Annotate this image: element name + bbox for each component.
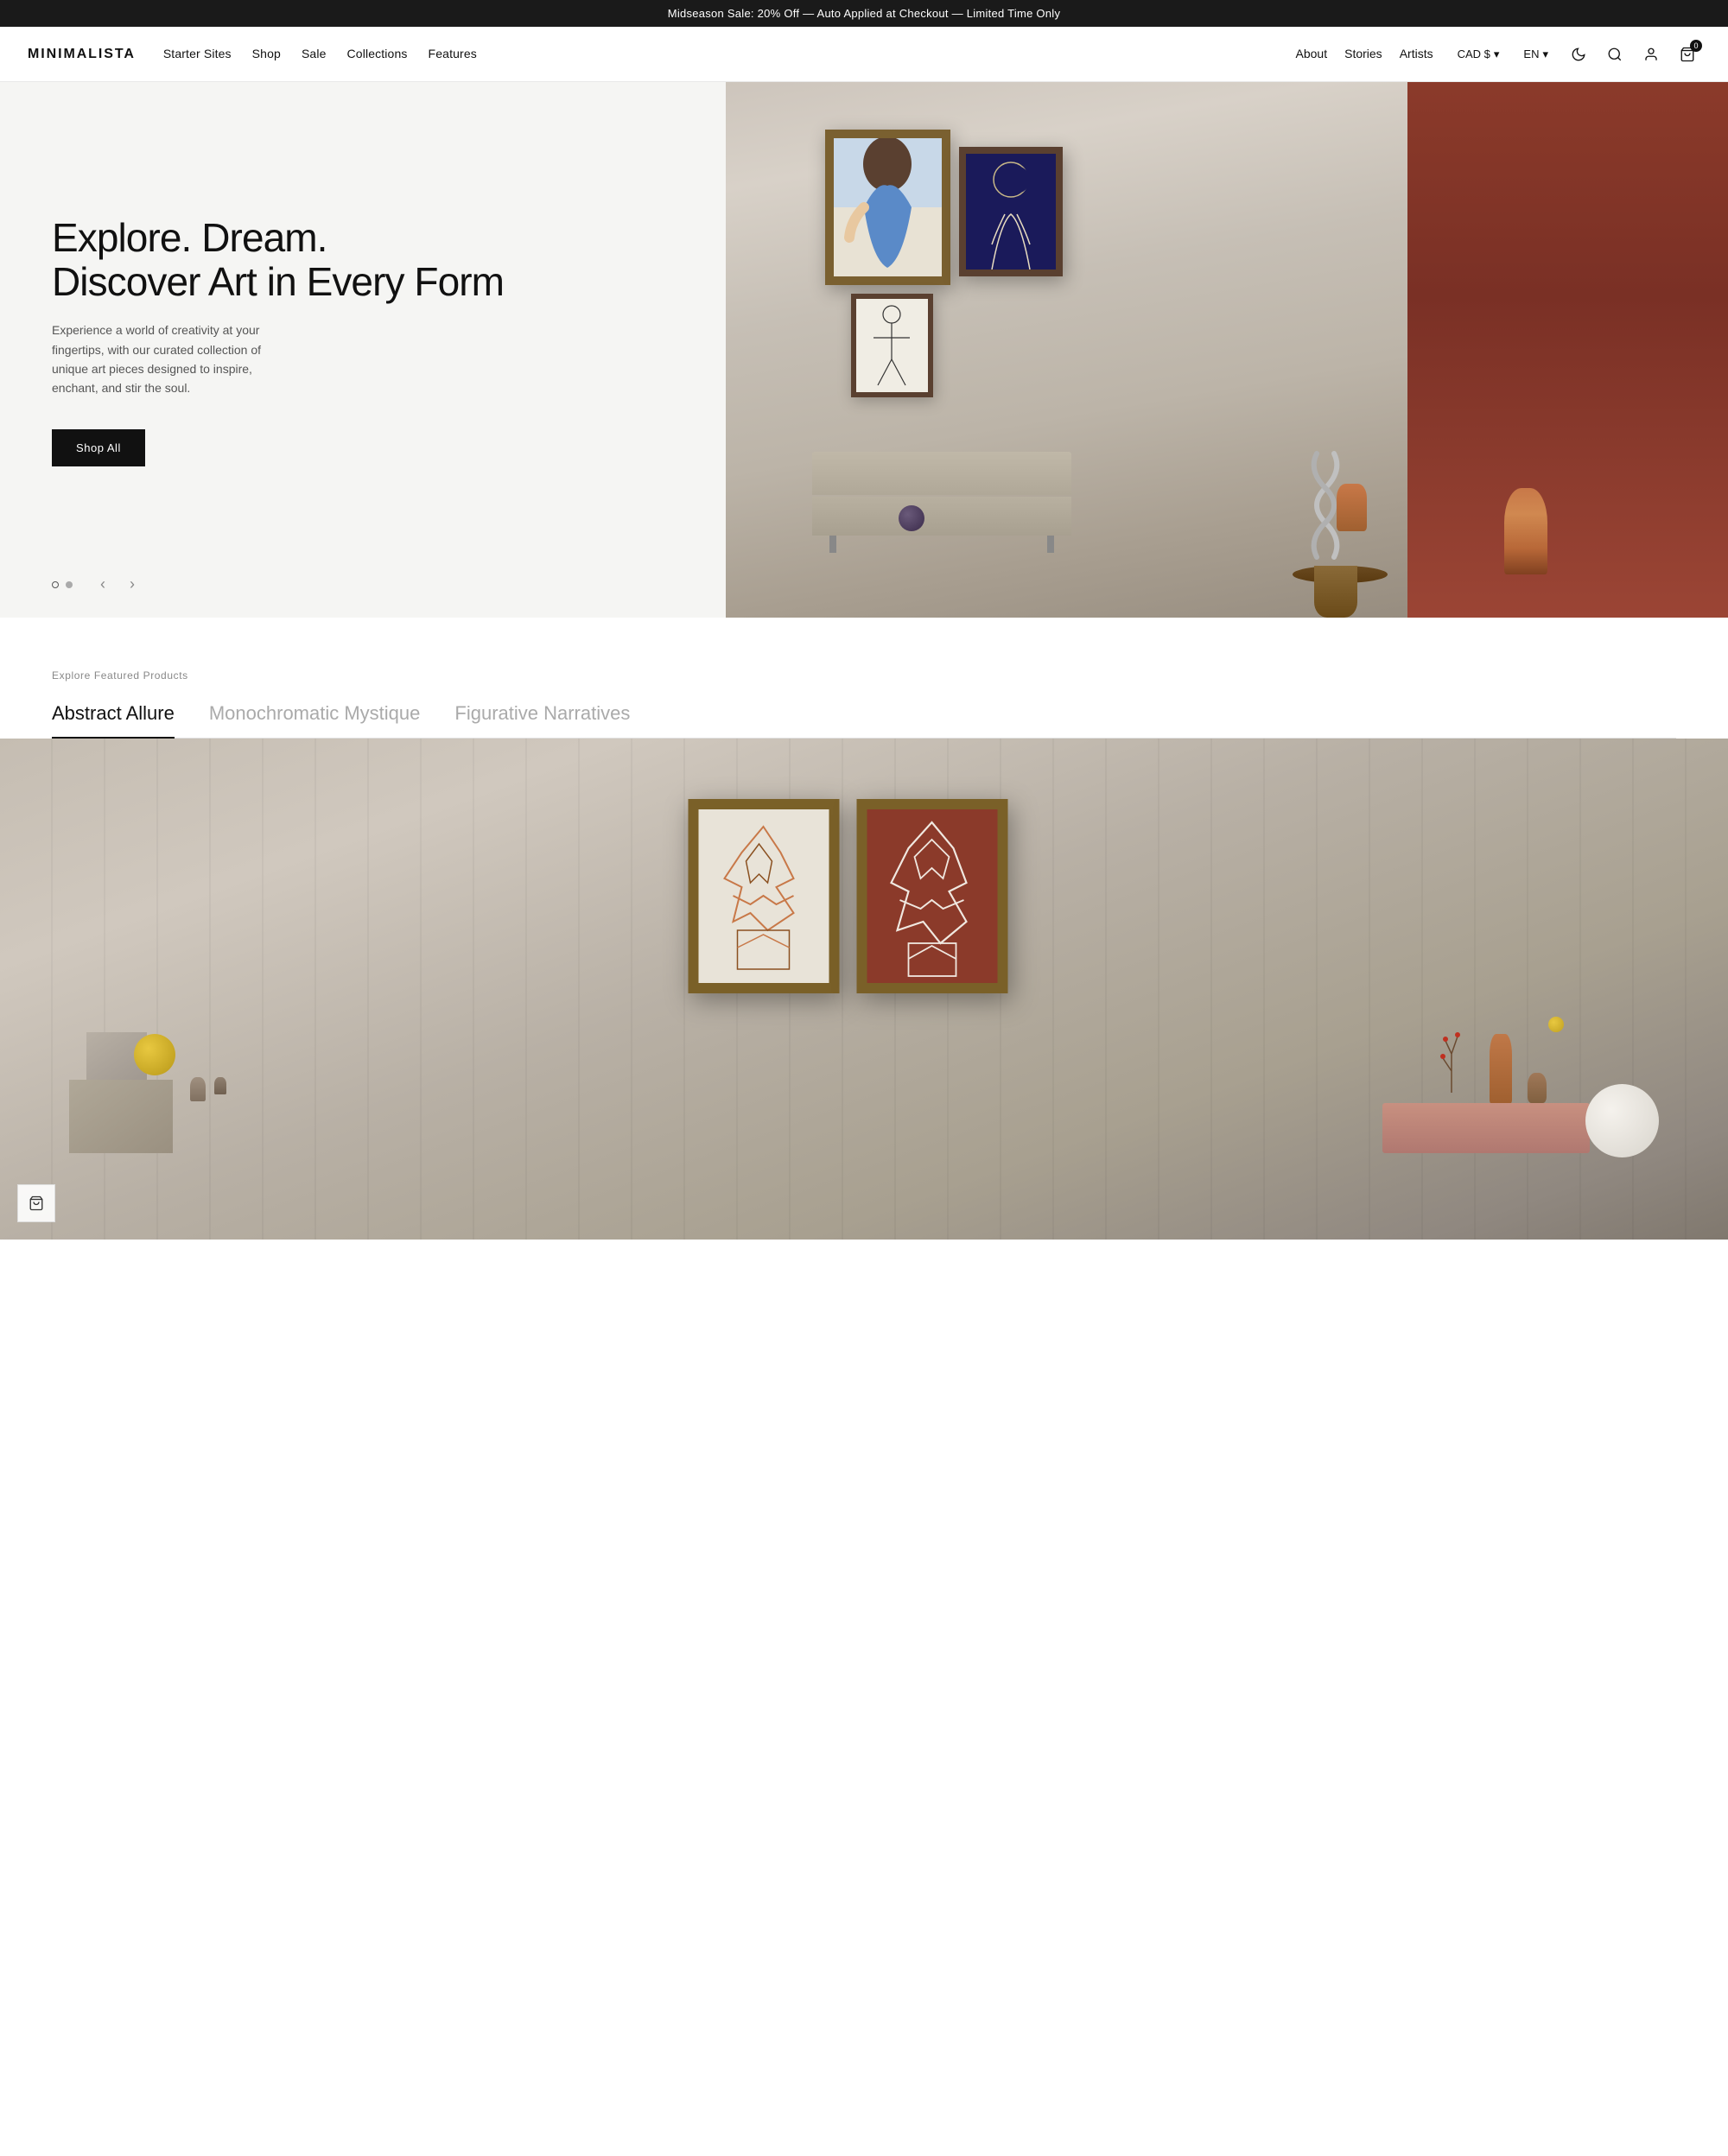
currency-label: CAD $ <box>1458 48 1490 60</box>
primary-nav: Starter Sites Shop Sale Collections Feat… <box>163 47 477 62</box>
nav-item-collections[interactable]: Collections <box>347 47 408 62</box>
hero-section: Explore. Dream. Discover Art in Every Fo… <box>0 82 1728 618</box>
hero-controls: ‹ › <box>52 572 142 597</box>
wall-artwork-2 <box>959 147 1063 276</box>
brass-object <box>1548 1017 1564 1032</box>
slide-dots <box>52 581 73 588</box>
logo[interactable]: MINIMALISTA <box>28 47 136 62</box>
hero-description: Experience a world of creativity at your… <box>52 320 294 398</box>
nav-item-sale[interactable]: Sale <box>302 47 327 62</box>
tab-figurative-narratives[interactable]: Figurative Narratives <box>454 702 630 739</box>
concrete-block <box>69 1080 173 1153</box>
nav-item-features[interactable]: Features <box>429 47 477 62</box>
featured-label: Explore Featured Products <box>52 669 1676 682</box>
small-objects <box>190 1077 226 1101</box>
language-selector[interactable]: EN ▾ <box>1516 44 1555 65</box>
couch <box>812 452 1071 553</box>
hero-canvas <box>726 82 1728 618</box>
search-button[interactable] <box>1602 41 1628 67</box>
product-canvas <box>0 739 1728 1240</box>
nav-item-about[interactable]: About <box>1296 47 1328 62</box>
header-utils: CAD $ ▾ EN ▾ <box>1451 41 1700 67</box>
small-decorative-vase <box>1528 1073 1547 1103</box>
header-left: MINIMALISTA Starter Sites Shop Sale Coll… <box>28 47 477 62</box>
account-button[interactable] <box>1638 41 1664 67</box>
nav-item-shop[interactable]: Shop <box>252 47 281 62</box>
announcement-bar: Midseason Sale: 20% Off — Auto Applied a… <box>0 0 1728 27</box>
tall-vase <box>1490 1034 1512 1103</box>
slide-next-button[interactable]: › <box>123 572 142 597</box>
shop-all-button[interactable]: Shop All <box>52 429 145 466</box>
featured-artwork-1 <box>689 799 840 993</box>
search-icon <box>1607 47 1623 62</box>
featured-artwork-2 <box>857 799 1008 993</box>
tab-abstract-allure[interactable]: Abstract Allure <box>52 702 175 739</box>
nav-item-stories[interactable]: Stories <box>1344 47 1382 62</box>
chevron-down-icon: ▾ <box>1494 48 1500 61</box>
featured-section: Explore Featured Products Abstract Allur… <box>0 618 1728 739</box>
collection-tabs: Abstract Allure Monochromatic Mystique F… <box>52 702 1676 739</box>
product-showcase <box>0 739 1728 1240</box>
hero-title: Explore. Dream. Discover Art in Every Fo… <box>52 216 674 303</box>
wall-artwork-3 <box>851 294 933 397</box>
nav-arrows: ‹ › <box>93 572 142 597</box>
slide-prev-button[interactable]: ‹ <box>93 572 112 597</box>
cart-add-icon <box>29 1195 44 1211</box>
hero-text-column: Explore. Dream. Discover Art in Every Fo… <box>0 82 726 618</box>
nav-item-artists[interactable]: Artists <box>1400 47 1433 62</box>
header-right: About Stories Artists CAD $ ▾ EN ▾ <box>1296 41 1700 67</box>
coffee-table-items <box>899 505 924 531</box>
dark-mode-toggle[interactable] <box>1566 41 1591 67</box>
cart-count: 0 <box>1690 40 1702 52</box>
header: MINIMALISTA Starter Sites Shop Sale Coll… <box>0 27 1728 82</box>
account-icon <box>1643 47 1659 62</box>
cart-button[interactable]: 0 <box>1674 41 1700 67</box>
product-add-to-cart-button[interactable] <box>17 1184 55 1222</box>
gold-sphere-left <box>134 1034 175 1075</box>
tab-monochromatic-mystique[interactable]: Monochromatic Mystique <box>209 702 421 739</box>
announcement-text: Midseason Sale: 20% Off — Auto Applied a… <box>668 7 1060 20</box>
currency-selector[interactable]: CAD $ ▾ <box>1451 44 1507 65</box>
hero-image <box>726 82 1728 618</box>
chevron-down-icon-lang: ▾ <box>1542 48 1548 61</box>
moon-icon <box>1571 47 1586 62</box>
pink-pedestal <box>1382 1103 1590 1153</box>
language-label: EN <box>1523 48 1539 60</box>
vase <box>1337 484 1367 531</box>
nav-item-starter-sites[interactable]: Starter Sites <box>163 47 232 62</box>
wall-artwork-1 <box>825 130 950 285</box>
right-panel <box>1407 82 1728 618</box>
slide-dot-2[interactable] <box>66 581 73 588</box>
secondary-nav: About Stories Artists <box>1296 47 1433 62</box>
large-white-sphere <box>1585 1084 1659 1157</box>
slide-dot-1[interactable] <box>52 581 59 588</box>
large-vase <box>1504 488 1547 574</box>
featured-artworks <box>689 799 1008 993</box>
branch-decoration <box>1439 1028 1464 1097</box>
